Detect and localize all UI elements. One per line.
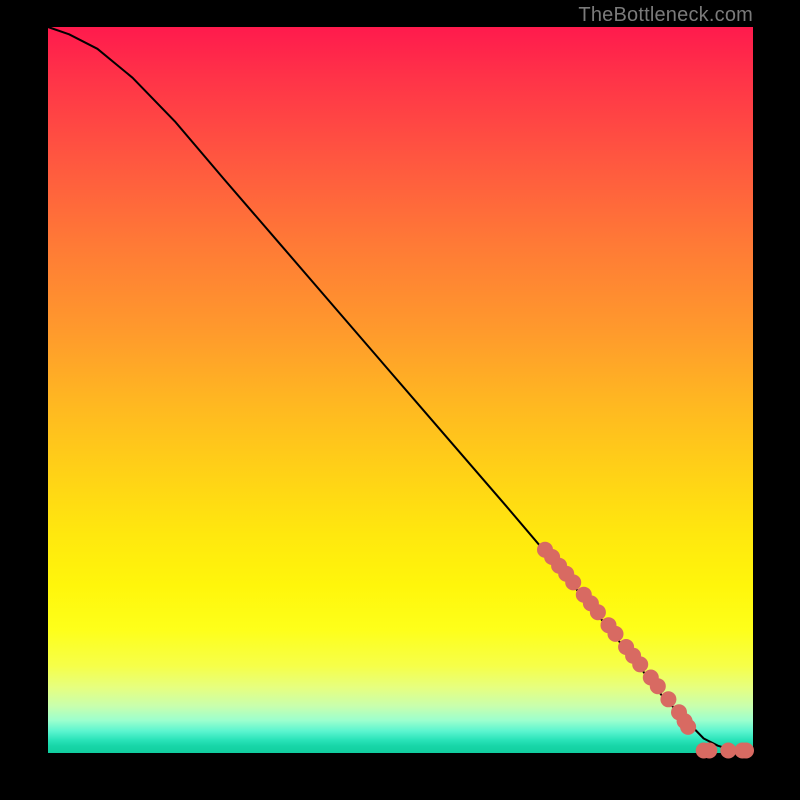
- curve-line: [48, 27, 753, 752]
- chart-frame: TheBottleneck.com: [0, 0, 800, 800]
- watermark-text: TheBottleneck.com: [578, 4, 753, 27]
- marker-group: [537, 542, 754, 759]
- marker-dot: [660, 691, 676, 707]
- marker-dot: [738, 743, 754, 759]
- plot-area: [48, 27, 753, 753]
- marker-dot: [565, 574, 581, 590]
- marker-dot: [720, 743, 736, 759]
- marker-dot: [632, 656, 648, 672]
- marker-dot: [680, 719, 696, 735]
- marker-dot: [608, 626, 624, 642]
- marker-dot: [650, 678, 666, 694]
- marker-dot: [701, 743, 717, 759]
- marker-dot: [590, 604, 606, 620]
- chart-svg: [48, 27, 753, 753]
